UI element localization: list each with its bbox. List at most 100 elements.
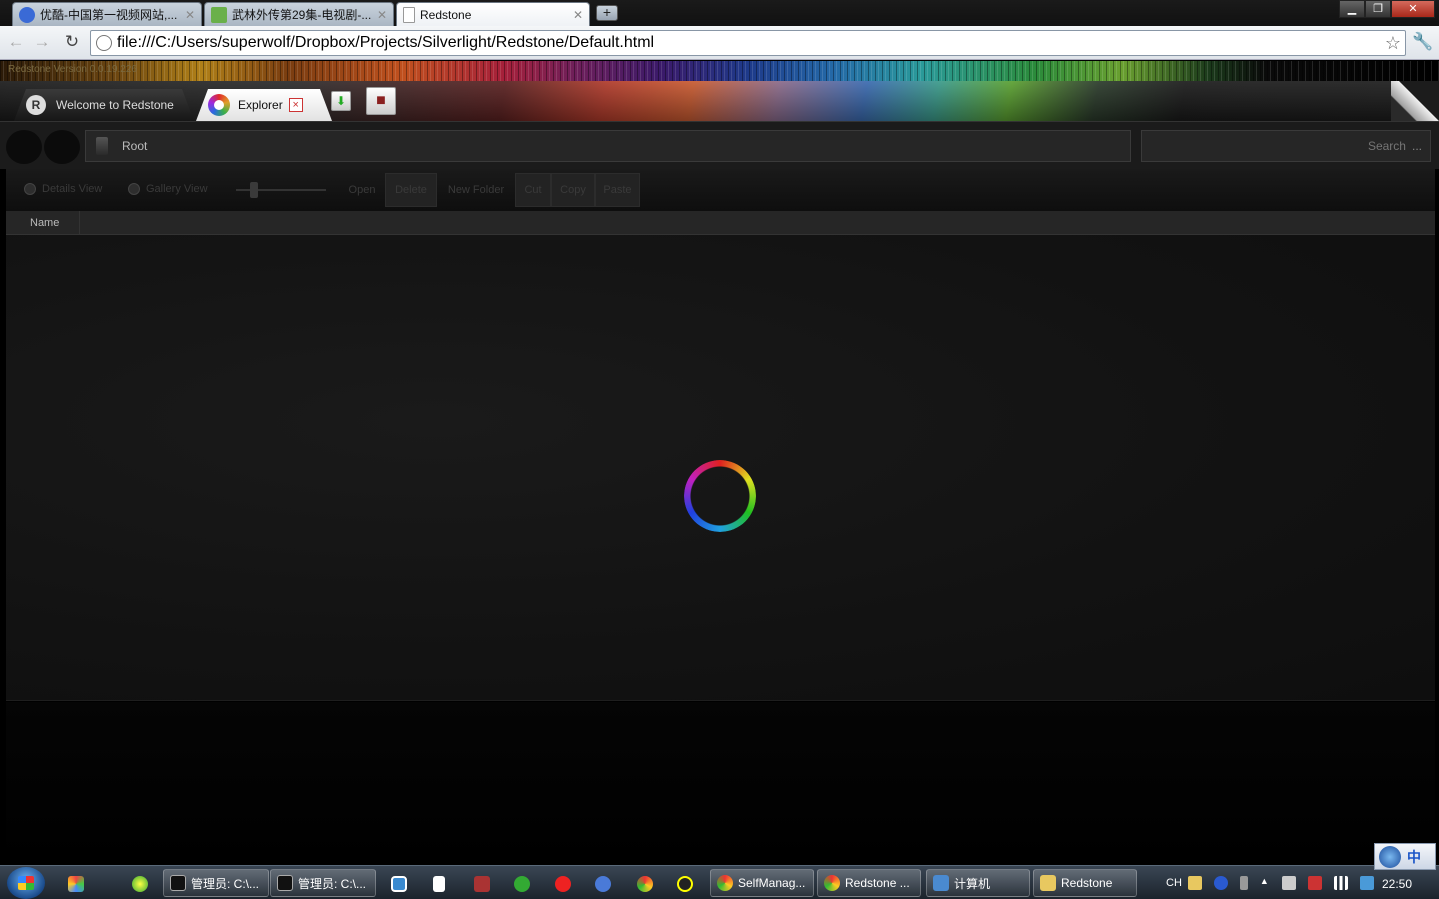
start-button[interactable]: [7, 867, 45, 899]
gallery-view-label: Gallery View: [146, 183, 208, 195]
taskbar-window-label: 管理员: C:\...: [191, 876, 260, 891]
radio-icon: [128, 183, 140, 195]
browser-tab-title: 优酷-中国第一视频网站,...: [40, 8, 178, 22]
new-tab-button[interactable]: +: [596, 5, 618, 21]
taskbar-window-cmd-1[interactable]: 管理员: C:\...: [163, 869, 269, 897]
column-name[interactable]: Name: [6, 211, 80, 235]
volume-icon[interactable]: [1281, 876, 1296, 890]
taskbar-window-label: SelfManag...: [738, 876, 806, 890]
file-list-area[interactable]: [6, 235, 1435, 701]
tab-explorer[interactable]: Explorer ×: [196, 89, 332, 121]
computer-icon: [933, 875, 949, 891]
chrome-icon: [824, 875, 840, 891]
tray-settings-icon[interactable]: [1239, 876, 1248, 890]
explorer-address-row: Root ...: [0, 121, 1439, 169]
package-button[interactable]: ■: [366, 87, 396, 115]
taskbar-window-cmd-2[interactable]: 管理员: C:\...: [270, 869, 376, 897]
browser-tab-iqiyi[interactable]: 武林外传第29集-电视剧-... ✕: [204, 2, 394, 26]
language-indicator[interactable]: CH: [1166, 877, 1182, 889]
iqiyi-favicon-icon: [211, 6, 227, 23]
close-tab-icon[interactable]: ×: [288, 98, 303, 112]
slider-thumb[interactable]: [250, 182, 258, 198]
search-more-icon[interactable]: ...: [1412, 139, 1422, 153]
tab-explorer-label: Explorer: [238, 98, 283, 112]
close-window-icon[interactable]: ✕: [1391, 0, 1435, 18]
page-curl-icon[interactable]: [1391, 81, 1439, 121]
taskbar-window-redstone-browser[interactable]: Redstone ...: [817, 869, 921, 897]
minimize-icon[interactable]: ▁: [1339, 0, 1365, 18]
player-app-icon[interactable]: [555, 876, 571, 892]
search-box[interactable]: ...: [1141, 130, 1431, 162]
game-app-icon[interactable]: [474, 876, 490, 892]
ime-icon[interactable]: [1379, 845, 1401, 868]
page-favicon-icon: [403, 7, 415, 23]
paste-button[interactable]: Paste: [595, 173, 640, 207]
back-arrow-icon[interactable]: ←: [6, 32, 26, 52]
bookmark-star-icon[interactable]: ☆: [1381, 33, 1405, 54]
details-view-radio[interactable]: Details View: [24, 183, 102, 195]
redstone-app: Redstone Version 0.0.19.226 R Welcome to…: [0, 61, 1439, 865]
app-tab-bar: R Welcome to Redstone Explorer × ⬇ ■: [0, 81, 1439, 121]
download-button[interactable]: ⬇: [331, 91, 351, 111]
taskbar-window-computer[interactable]: 计算机: [926, 869, 1030, 897]
action-center-icon[interactable]: [1307, 876, 1322, 890]
page-info-icon[interactable]: [96, 35, 112, 51]
notepad-icon[interactable]: [433, 876, 445, 892]
search-input[interactable]: [1325, 139, 1406, 153]
loading-spinner-icon: [684, 460, 756, 532]
maximize-icon[interactable]: ❐: [1365, 0, 1391, 18]
browser-toolbar: ← → ↻ ☆ 🔧: [0, 26, 1439, 60]
clock[interactable]: 22:50: [1382, 877, 1412, 891]
url-input[interactable]: [117, 34, 1381, 52]
explorer-icon: [208, 94, 230, 116]
reload-icon[interactable]: ↻: [62, 32, 82, 52]
breadcrumb[interactable]: Root: [85, 130, 1131, 162]
taskbar-window-label: Redstone ...: [845, 876, 910, 890]
tab-welcome-label: Welcome to Redstone: [56, 98, 174, 112]
taskbar-window-redstone-folder[interactable]: Redstone: [1033, 869, 1137, 897]
close-tab-icon[interactable]: ✕: [377, 8, 387, 22]
forward-arrow-icon[interactable]: →: [32, 32, 52, 52]
console-icon: [170, 875, 186, 891]
console-icon: [277, 875, 293, 891]
radio-icon: [24, 183, 36, 195]
system-tray: CH ▲: [1160, 866, 1380, 899]
chrome-icon[interactable]: [637, 876, 653, 892]
address-bar[interactable]: ☆: [90, 30, 1406, 56]
delete-button[interactable]: Delete: [385, 173, 437, 207]
breadcrumb-root[interactable]: Root: [122, 139, 147, 153]
pinned-app-icon[interactable]: [391, 876, 407, 892]
close-tab-icon[interactable]: ✕: [185, 8, 195, 22]
ime-toolbar[interactable]: 中: [1374, 843, 1436, 870]
gallery-view-radio[interactable]: Gallery View: [128, 183, 208, 195]
close-tab-icon[interactable]: ✕: [573, 8, 583, 22]
network-icon[interactable]: [1333, 876, 1348, 890]
dropbox-icon[interactable]: [1359, 876, 1374, 890]
app-launcher-icon[interactable]: [132, 876, 148, 892]
version-label: Redstone Version 0.0.19.226: [8, 64, 137, 75]
browser-app-icon[interactable]: [595, 876, 611, 892]
tab-welcome[interactable]: R Welcome to Redstone: [14, 89, 194, 121]
browser-tab-title: 武林外传第29集-电视剧-...: [232, 8, 371, 22]
browser-tab-redstone[interactable]: Redstone ✕: [396, 2, 590, 27]
qq-icon[interactable]: [677, 876, 693, 892]
footer-area: [6, 702, 1435, 865]
column-header: Name: [6, 211, 1435, 235]
show-hidden-icons-icon[interactable]: ▲: [1260, 876, 1270, 890]
new-folder-button[interactable]: New Folder: [442, 173, 510, 207]
ime-mode[interactable]: 中: [1407, 847, 1421, 867]
media-app-icon[interactable]: [68, 876, 84, 892]
browser-tab-youku[interactable]: 优酷-中国第一视频网站,... ✕: [12, 2, 202, 26]
zoom-slider[interactable]: [236, 182, 326, 198]
chat-app-icon[interactable]: [514, 876, 530, 892]
wrench-menu-icon[interactable]: 🔧: [1412, 32, 1434, 54]
taskbar-window-selfmanag[interactable]: SelfManag...: [710, 869, 814, 897]
open-button[interactable]: Open: [342, 173, 382, 207]
tray-input-icon[interactable]: [1187, 876, 1202, 890]
cut-button[interactable]: Cut: [515, 173, 551, 207]
help-icon[interactable]: [1213, 876, 1228, 890]
browser-tab-title: Redstone: [420, 8, 472, 22]
copy-button[interactable]: Copy: [551, 173, 595, 207]
navigation-blob-icon[interactable]: [6, 130, 80, 164]
redstone-logo-icon: R: [26, 95, 46, 115]
